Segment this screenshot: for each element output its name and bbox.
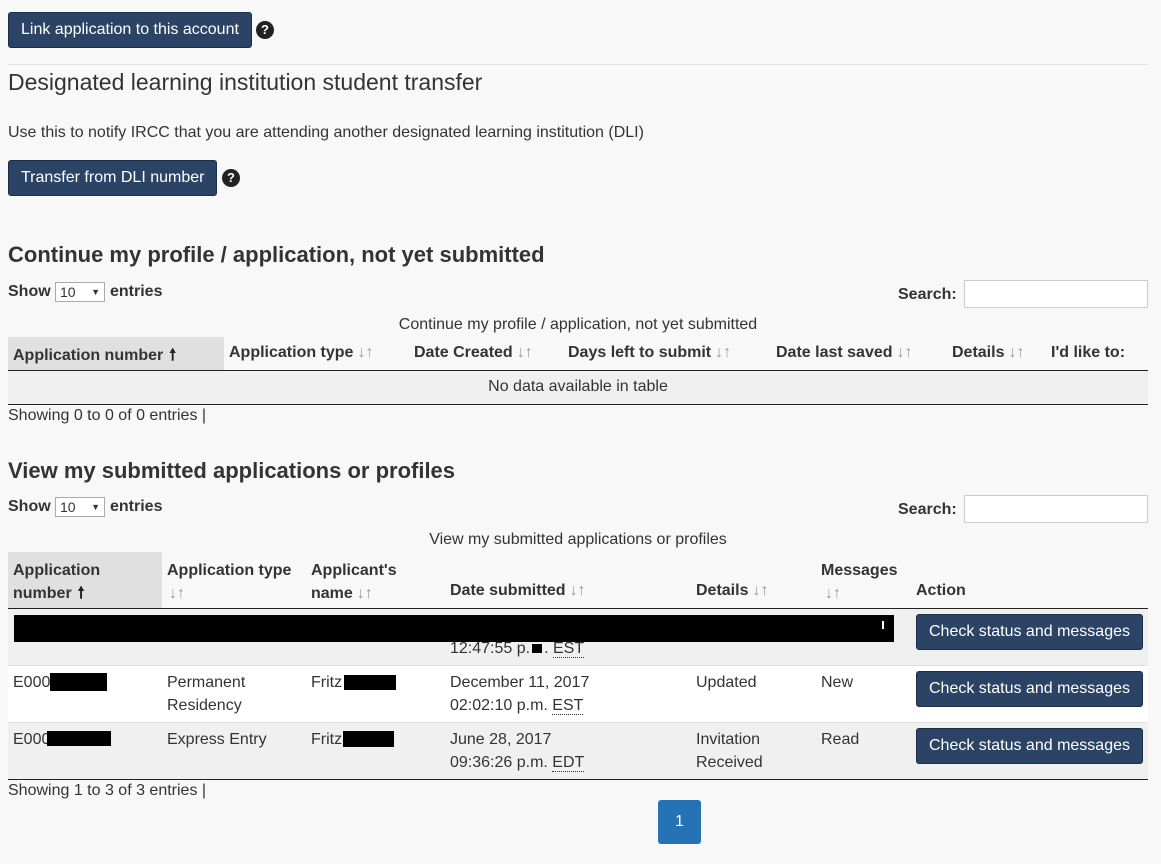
divider: [8, 404, 1148, 405]
divider: [8, 64, 1148, 65]
th-action: Action: [916, 582, 966, 599]
application-number-cell: E000: [13, 674, 51, 691]
th-details[interactable]: Details ↓↑: [696, 582, 768, 600]
th-id-like-to: I'd like to:: [1051, 344, 1126, 361]
search-label: Search:: [898, 286, 957, 303]
sort-asc-icon: 🠕: [77, 585, 85, 602]
th-application-type[interactable]: Application type ↓↑: [229, 344, 373, 362]
application-type-cell: Express Entry: [167, 731, 267, 748]
th-date-created[interactable]: Date Created ↓↑: [414, 344, 533, 362]
search-input[interactable]: [964, 280, 1148, 308]
details-cell: Updated: [696, 674, 757, 691]
check-status-button[interactable]: Check status and messages: [916, 671, 1143, 707]
transfer-dli-button[interactable]: Transfer from DLI number: [8, 160, 218, 196]
redaction-bar: [343, 731, 394, 747]
divider: [8, 779, 1148, 780]
dli-title: Designated learning institution student …: [8, 69, 483, 95]
redaction-gap: [882, 621, 884, 629]
th-applicant-name[interactable]: Applicant's name ↓↑: [311, 559, 397, 605]
th-date-submitted[interactable]: Date submitted ↓↑: [450, 582, 586, 600]
th-days-left[interactable]: Days left to submit ↓↑: [568, 344, 731, 362]
applicant-name-cell: Fritz: [311, 674, 343, 691]
th-application-type[interactable]: Application type ↓↑: [167, 559, 291, 605]
pagination-page-1[interactable]: 1: [658, 800, 701, 844]
date-submitted-cell: June 28, 2017 09:36:26 p.m. EDT: [450, 731, 585, 772]
details-cell: Invitation Received: [696, 731, 763, 771]
table-caption: Continue my profile / application, not y…: [398, 316, 758, 333]
show-label: Show: [8, 283, 51, 300]
unsubmitted-section-title: Continue my profile / application, not y…: [8, 242, 545, 267]
show-label: Show: [8, 498, 51, 515]
sort-icon: ↓↑: [896, 344, 913, 361]
sort-icon: ↓↑: [752, 582, 769, 599]
check-status-button[interactable]: Check status and messages: [916, 728, 1143, 764]
sort-icon: ↓↑: [825, 585, 841, 602]
application-number-cell: E000: [13, 731, 51, 748]
page-length-select[interactable]: 10 ▼: [55, 497, 105, 517]
table-info: Showing 1 to 3 of 3 entries |: [8, 782, 207, 799]
sort-icon: ↓↑: [516, 344, 533, 361]
chevron-down-icon: ▼: [91, 287, 100, 297]
messages-cell: New: [821, 674, 854, 691]
search-label: Search:: [898, 501, 957, 518]
entries-label: entries: [110, 283, 163, 300]
sort-asc-icon: 🠕: [169, 347, 177, 364]
application-type-cell: Permanent Residency: [167, 674, 246, 714]
sort-icon: ↓↑: [356, 585, 373, 602]
redaction-bar: [532, 644, 543, 653]
messages-cell: Read: [821, 731, 860, 748]
redaction-bar: [344, 675, 396, 690]
redaction-bar: [47, 731, 111, 746]
sort-icon: ↓↑: [169, 585, 185, 602]
applicant-name-cell: Fritz: [311, 731, 343, 748]
chevron-down-icon: ▼: [91, 502, 100, 512]
date-submitted-cell: December 11, 2017 02:02:10 p.m. EST: [450, 674, 590, 715]
submitted-section-title: View my submitted applications or profil…: [8, 458, 456, 483]
date-submitted-cell: 12:47:55 p.. EST: [450, 640, 585, 658]
entries-label: entries: [110, 498, 163, 515]
sort-icon: ↓↑: [569, 582, 586, 599]
question-circle-icon[interactable]: ?: [222, 169, 240, 187]
sort-icon: ↓↑: [1008, 344, 1025, 361]
check-status-button[interactable]: Check status and messages: [916, 614, 1143, 650]
table-info: Showing 0 to 0 of 0 entries |: [8, 407, 207, 424]
table-caption: View my submitted applications or profil…: [429, 531, 727, 548]
search-input[interactable]: [964, 495, 1148, 523]
th-date-last-saved[interactable]: Date last saved ↓↑: [776, 344, 913, 362]
th-application-number[interactable]: Application number 🠕: [13, 559, 100, 605]
sort-icon: ↓↑: [715, 344, 732, 361]
th-messages[interactable]: Messages ↓↑: [821, 559, 898, 605]
link-application-button[interactable]: Link application to this account: [8, 12, 252, 48]
redaction-bar: [50, 673, 107, 691]
question-circle-icon[interactable]: ?: [256, 21, 274, 39]
dli-description: Use this to notify IRCC that you are att…: [8, 124, 644, 141]
sort-icon: ↓↑: [357, 344, 374, 361]
th-details[interactable]: Details ↓↑: [952, 344, 1024, 362]
empty-table-message: No data available in table: [488, 378, 668, 395]
page-length-select[interactable]: 10 ▼: [55, 282, 105, 302]
th-application-number[interactable]: Application number 🠕: [13, 344, 176, 371]
